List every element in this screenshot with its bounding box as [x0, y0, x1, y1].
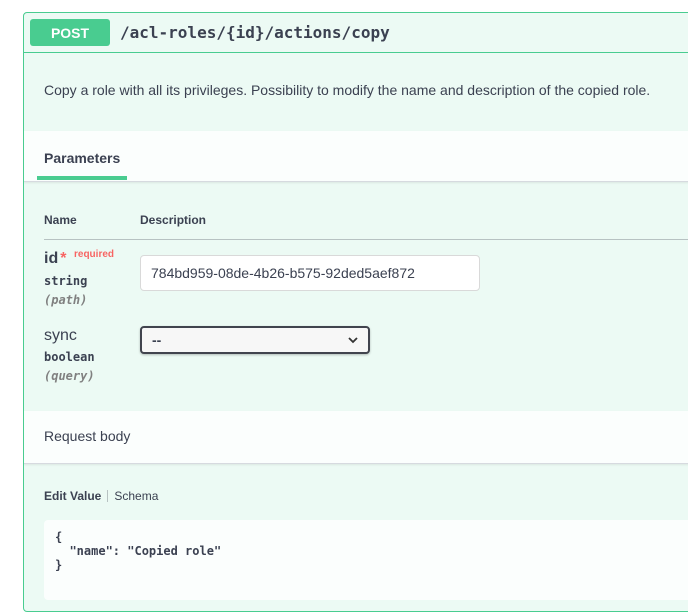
param-sync-name: sync — [44, 327, 77, 344]
operation-path: /acl-roles/{id}/actions/copy — [120, 23, 390, 42]
body-tabs: Edit Value Schema — [44, 489, 158, 503]
parameters-header: Parameters — [24, 131, 688, 182]
request-body-editor[interactable]: { "name": "Copied role" } — [44, 520, 688, 600]
header-divider — [44, 239, 688, 240]
tab-schema[interactable]: Schema — [114, 489, 158, 503]
column-header-description: Description — [140, 213, 207, 227]
param-id-in: (path) — [44, 293, 88, 307]
column-header-name: Name — [44, 213, 77, 227]
param-sync-type: boolean — [44, 350, 95, 364]
tab-separator — [107, 490, 109, 502]
sync-select[interactable]: -- — [140, 326, 370, 354]
required-star: * — [60, 250, 67, 267]
tab-active-indicator — [37, 176, 127, 180]
request-body-title: Request body — [44, 428, 131, 444]
chevron-down-icon — [348, 337, 358, 344]
tab-edit-value[interactable]: Edit Value — [44, 489, 101, 503]
id-input[interactable]: 784bd959-08de-4b26-b575-92ded5aef872 — [140, 255, 480, 291]
operation-block: POST /acl-roles/{id}/actions/copy Copy a… — [23, 12, 688, 612]
sync-select-value: -- — [152, 332, 162, 348]
param-id-name: id * — [44, 250, 67, 267]
request-body-header: Request body — [24, 411, 688, 464]
param-sync-in: (query) — [44, 369, 95, 383]
required-label: required — [74, 249, 115, 260]
operation-summary[interactable]: POST /acl-roles/{id}/actions/copy — [24, 13, 688, 53]
method-badge: POST — [30, 19, 110, 46]
operation-description: Copy a role with all its privileges. Pos… — [44, 82, 651, 98]
param-id-type: string — [44, 274, 88, 288]
tab-parameters[interactable]: Parameters — [44, 150, 120, 166]
